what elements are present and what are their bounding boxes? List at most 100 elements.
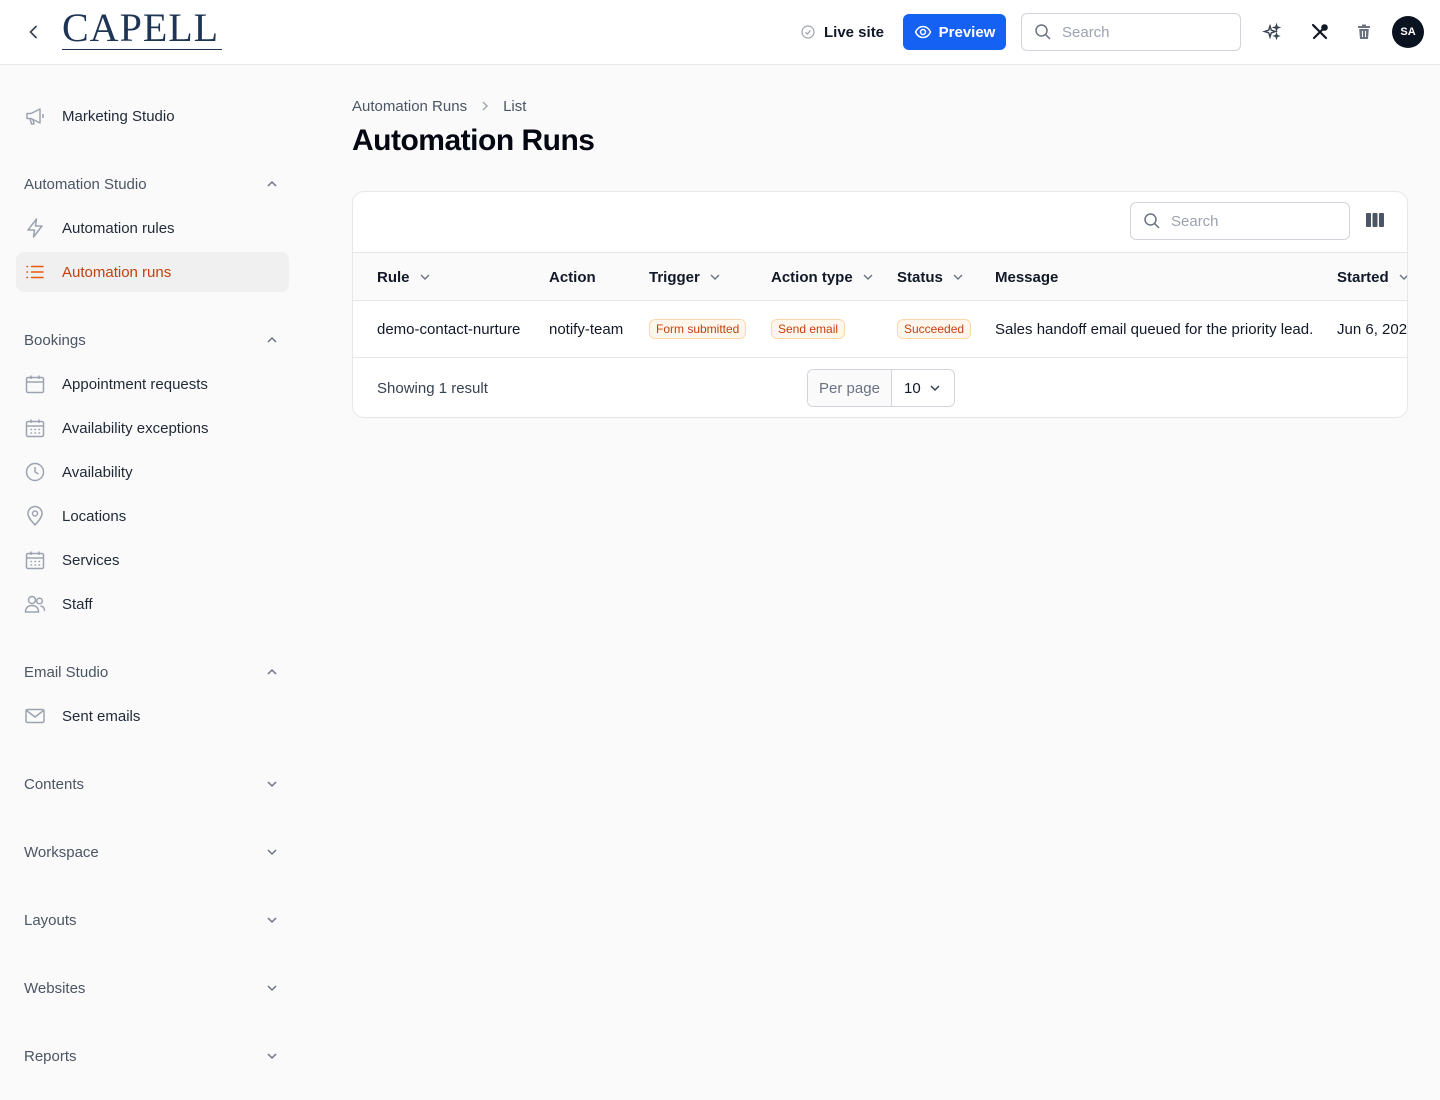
users-icon (24, 593, 46, 615)
sidebar-item-services[interactable]: Services (16, 540, 289, 580)
group-label: Layouts (24, 911, 77, 929)
user-avatar[interactable]: SA (1392, 16, 1424, 48)
sidebar-item-label: Appointment requests (62, 375, 208, 393)
chevron-up-icon (267, 180, 277, 187)
group-bookings[interactable]: Bookings (24, 328, 280, 352)
column-header-action-type[interactable]: Action type (771, 253, 875, 301)
runs-table-card: Rule Action Trigger Action type Status M… (352, 191, 1408, 418)
action-type-badge: Send email (771, 319, 846, 339)
breadcrumb-item-list: List (503, 97, 527, 115)
column-header-started[interactable]: Started (1337, 253, 1407, 301)
column-header-rule[interactable]: Rule (377, 253, 432, 301)
group-layouts[interactable]: Layouts (24, 908, 280, 932)
global-search[interactable] (1021, 13, 1241, 51)
chevron-up-icon (267, 668, 277, 675)
sidebar-item-automation-rules[interactable]: Automation rules (16, 208, 289, 248)
sidebar-item-sent-emails[interactable]: Sent emails (16, 696, 289, 736)
cell-status: Succeeded (897, 301, 972, 357)
column-label: Trigger (649, 268, 700, 286)
sidebar-item-automation-runs[interactable]: Automation runs (16, 252, 289, 292)
per-page-select[interactable]: Per page 10 (807, 369, 955, 407)
sidebar: Marketing Studio Automation Studio Autom… (0, 65, 305, 1100)
column-label: Rule (377, 268, 410, 286)
sidebar-item-marketing-studio[interactable]: Marketing Studio (16, 96, 289, 136)
chevron-down-icon (267, 849, 277, 856)
cell-action: notify-team (549, 320, 624, 338)
column-label: Message (995, 268, 1059, 286)
sparkles-icon (1262, 22, 1282, 41)
sidebar-item-label: Automation runs (62, 263, 172, 281)
chevron-right-icon (482, 101, 489, 111)
per-page-dropdown[interactable]: 10 (892, 380, 954, 397)
trigger-badge: Form submitted (649, 319, 747, 339)
sidebar-item-label: Marketing Studio (62, 107, 175, 125)
chevron-left-icon (29, 25, 38, 39)
chevron-down-icon (953, 274, 963, 280)
sidebar-item-locations[interactable]: Locations (16, 496, 289, 536)
table-row[interactable]: demo-contact-nurture notify-team Form su… (353, 301, 1407, 358)
breadcrumb: Automation Runs List (352, 96, 526, 116)
group-label: Reports (24, 1047, 77, 1065)
logo-text: CAPELL (62, 5, 220, 50)
column-label: Status (897, 268, 943, 286)
column-header-message: Message (995, 253, 1058, 301)
preview-button[interactable]: Preview (903, 14, 1006, 50)
chevron-down-icon (930, 385, 940, 392)
status-badge: Succeeded (897, 319, 972, 339)
sidebar-item-label: Services (62, 551, 120, 569)
check-circle-icon (801, 25, 815, 39)
preview-label: Preview (938, 23, 996, 41)
group-label: Email Studio (24, 663, 109, 681)
megaphone-icon (24, 105, 46, 127)
search-icon (1035, 24, 1051, 40)
group-reports[interactable]: Reports (24, 1044, 280, 1068)
sidebar-item-label: Availability exceptions (62, 419, 209, 437)
list-icon (24, 261, 46, 283)
sidebar-item-availability-exceptions[interactable]: Availability exceptions (16, 408, 289, 448)
sidebar-item-label: Sent emails (62, 707, 141, 725)
logo[interactable]: CAPELL (62, 5, 222, 51)
tools-button[interactable] (1306, 18, 1334, 46)
column-header-status[interactable]: Status (897, 253, 965, 301)
table-header: Rule Action Trigger Action type Status M… (353, 252, 1407, 301)
ai-assist-button[interactable] (1258, 18, 1286, 46)
table-search[interactable] (1130, 202, 1350, 240)
cell-rule: demo-contact-nurture (377, 320, 521, 338)
group-label: Contents (24, 775, 85, 793)
global-search-input[interactable] (1062, 23, 1212, 41)
group-label: Websites (24, 979, 86, 997)
envelope-icon (24, 705, 46, 727)
breadcrumb-item-automation-runs[interactable]: Automation Runs (352, 98, 467, 115)
cell-message: Sales handoff email queued for the prior… (995, 320, 1314, 338)
sidebar-item-staff[interactable]: Staff (16, 584, 289, 624)
sidebar-item-label: Availability (62, 463, 133, 481)
table-footer: Showing 1 result Per page 10 (353, 358, 1407, 417)
calendar-grid-icon (24, 417, 46, 439)
clock-icon (24, 461, 46, 483)
chevron-down-icon (267, 781, 277, 788)
group-websites[interactable]: Websites (24, 976, 280, 1000)
chevron-up-icon (267, 336, 277, 343)
sidebar-item-availability[interactable]: Availability (16, 452, 289, 492)
sidebar-item-appointment-requests[interactable]: Appointment requests (16, 364, 289, 404)
chevron-down-icon (267, 917, 277, 924)
calendar-grid-icon (24, 549, 46, 571)
sidebar-item-label: Staff (62, 595, 93, 613)
group-automation-studio[interactable]: Automation Studio (24, 172, 280, 196)
group-workspace[interactable]: Workspace (24, 840, 280, 864)
group-contents[interactable]: Contents (24, 772, 280, 796)
group-email-studio[interactable]: Email Studio (24, 660, 280, 684)
chevron-down-icon (267, 985, 277, 992)
trash-button[interactable] (1350, 18, 1378, 46)
map-pin-icon (24, 505, 46, 527)
back-button[interactable] (20, 18, 48, 46)
column-header-trigger[interactable]: Trigger (649, 253, 722, 301)
result-count: Showing 1 result (377, 379, 488, 397)
chevron-down-icon (267, 1053, 277, 1060)
cell-trigger: Form submitted (649, 301, 747, 357)
toggle-columns-button[interactable] (1363, 208, 1387, 232)
table-search-input[interactable] (1171, 212, 1321, 230)
page-title: Automation Runs (352, 124, 595, 157)
live-site-link[interactable]: Live site (800, 20, 884, 44)
top-bar: CAPELL Live site Preview SA (0, 0, 1440, 65)
